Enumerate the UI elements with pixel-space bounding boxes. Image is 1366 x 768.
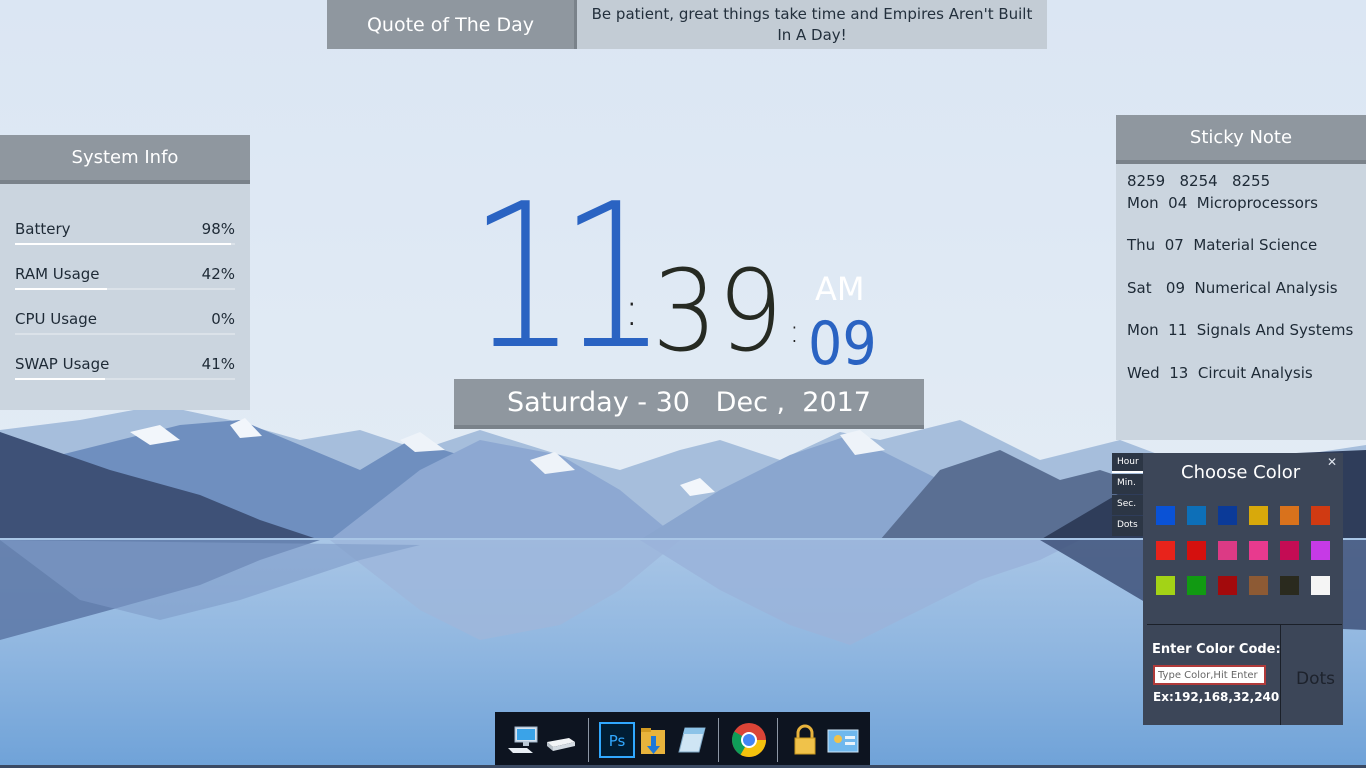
- hour-minute-separator: :: [624, 282, 640, 336]
- sticky-note-panel[interactable]: Sticky Note 8259 8254 8255 Mon 04 Microp…: [1116, 115, 1366, 440]
- battery-bar-fill: [15, 243, 231, 245]
- color-target-tabs: Hour Min. Sec. Dots: [1112, 453, 1143, 537]
- color-code-label: Enter Color Code:: [1152, 642, 1281, 657]
- cpu-label: CPU Usage: [15, 310, 98, 328]
- swap-value: 41%: [201, 355, 235, 373]
- swap-bar-fill: [15, 378, 106, 380]
- sticky-note-title: Sticky Note: [1116, 115, 1366, 164]
- ram-bar-fill: [15, 288, 108, 290]
- color-swatch[interactable]: [1218, 576, 1237, 595]
- system-info-panel: System Info Battery 98% RAM Usage 42% CP…: [0, 135, 250, 410]
- quote-text: Be patient, great things take time and E…: [577, 0, 1047, 49]
- color-code-example: Ex:192,168,32,240: [1153, 690, 1280, 704]
- ram-value: 42%: [201, 265, 235, 283]
- dock-separator: [718, 718, 719, 762]
- battery-value: 98%: [201, 220, 235, 238]
- battery-row: Battery 98%: [15, 220, 235, 246]
- color-swatch[interactable]: [1156, 576, 1175, 595]
- tab-seconds[interactable]: Sec.: [1112, 495, 1143, 515]
- battery-bar: [15, 243, 235, 245]
- note-line: Mon 04 Microprocessors: [1127, 194, 1318, 212]
- note-line: Wed 13 Circuit Analysis: [1127, 364, 1313, 382]
- ram-label: RAM Usage: [15, 265, 100, 283]
- swap-bar: [15, 378, 235, 380]
- note-line: Thu 07 Material Science: [1127, 236, 1318, 254]
- app-dock: Ps: [495, 712, 870, 768]
- color-swatch[interactable]: [1280, 576, 1299, 595]
- system-info-title: System Info: [0, 135, 250, 184]
- cpu-value: 0%: [211, 310, 235, 328]
- tab-hour[interactable]: Hour: [1112, 453, 1143, 473]
- color-chooser-panel: Choose Color ✕ Enter Color Code: Ex:192,…: [1143, 453, 1343, 725]
- divider: [1147, 624, 1342, 625]
- quote-title: Quote of The Day: [327, 0, 577, 49]
- color-swatch[interactable]: [1311, 541, 1330, 560]
- cpu-bar: [15, 333, 235, 335]
- color-swatch[interactable]: [1187, 541, 1206, 560]
- photoshop-icon[interactable]: Ps: [599, 722, 635, 758]
- clock-ampm: AM: [815, 270, 865, 308]
- color-swatch[interactable]: [1249, 541, 1268, 560]
- photoshop-label: Ps: [609, 732, 626, 750]
- drive-icon[interactable]: [543, 722, 579, 758]
- cpu-row: CPU Usage 0%: [15, 310, 235, 336]
- color-swatch[interactable]: [1218, 506, 1237, 525]
- color-chooser-title: Choose Color: [1181, 462, 1301, 483]
- color-swatch[interactable]: [1311, 576, 1330, 595]
- clock-seconds: 09: [808, 309, 877, 379]
- color-swatch[interactable]: [1218, 541, 1237, 560]
- color-swatch[interactable]: [1156, 506, 1175, 525]
- color-swatch[interactable]: [1187, 506, 1206, 525]
- swap-row: SWAP Usage 41%: [15, 355, 235, 381]
- color-swatch[interactable]: [1249, 506, 1268, 525]
- swap-label: SWAP Usage: [15, 355, 110, 373]
- lock-icon[interactable]: [787, 722, 823, 758]
- color-swatch[interactable]: [1249, 576, 1268, 595]
- clock-hour: 11: [468, 161, 668, 394]
- minute-second-separator: :: [789, 312, 800, 350]
- note-line: Sat 09 Numerical Analysis: [1127, 279, 1338, 297]
- computer-icon[interactable]: [505, 722, 541, 758]
- color-code-input[interactable]: [1153, 665, 1266, 685]
- note-line: Mon 11 Signals And Systems: [1127, 321, 1354, 339]
- color-swatch[interactable]: [1156, 541, 1175, 560]
- note-line: 8259 8254 8255: [1127, 172, 1271, 190]
- tab-minutes[interactable]: Min.: [1112, 474, 1143, 494]
- dock-separator: [588, 718, 589, 762]
- notepad-icon[interactable]: [673, 722, 709, 758]
- clock-minutes: 39: [652, 247, 784, 377]
- selected-target-label: Dots: [1296, 669, 1336, 689]
- dock-separator: [777, 718, 778, 762]
- color-swatch[interactable]: [1280, 541, 1299, 560]
- chrome-icon[interactable]: [731, 722, 767, 758]
- color-swatch[interactable]: [1280, 506, 1299, 525]
- color-swatch[interactable]: [1311, 506, 1330, 525]
- battery-label: Battery: [15, 220, 71, 238]
- ram-bar: [15, 288, 235, 290]
- downloads-folder-icon[interactable]: [637, 722, 673, 758]
- close-icon[interactable]: ✕: [1327, 455, 1337, 469]
- divider: [1280, 624, 1281, 725]
- date-display: Saturday - 30 Dec , 2017: [454, 379, 924, 429]
- tab-dots[interactable]: Dots: [1112, 516, 1143, 536]
- ram-row: RAM Usage 42%: [15, 265, 235, 291]
- color-swatch[interactable]: [1187, 576, 1206, 595]
- control-panel-icon[interactable]: [825, 722, 861, 758]
